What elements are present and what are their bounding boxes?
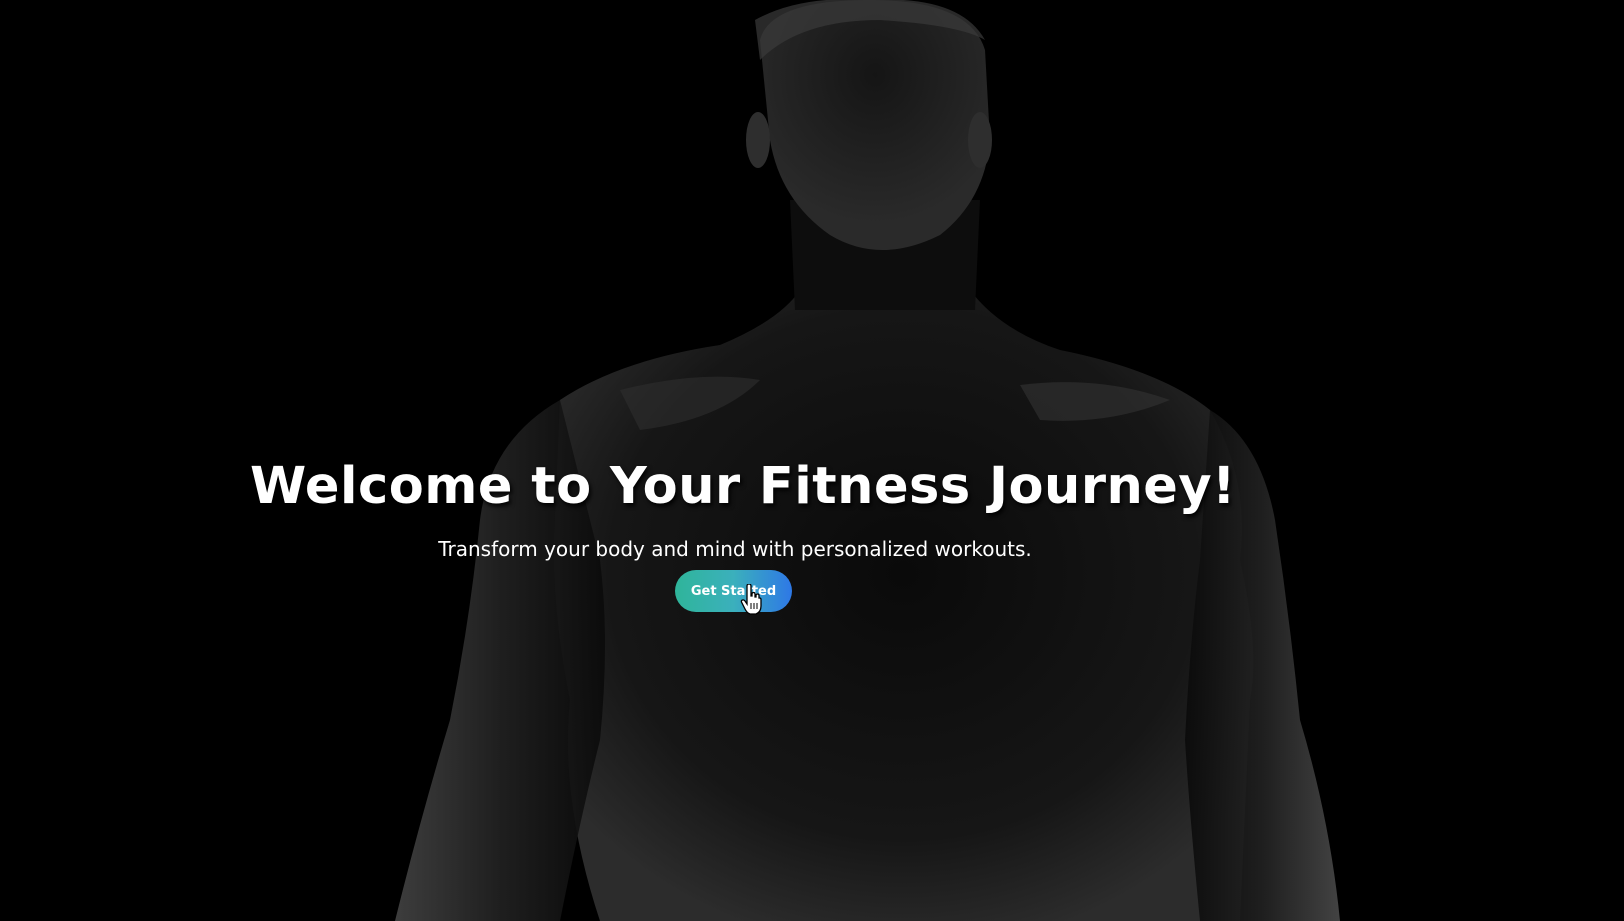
landing-page: Welcome to Your Fitness Journey! Transfo… xyxy=(0,0,1624,921)
hero-title: Welcome to Your Fitness Journey! xyxy=(250,457,1236,516)
hero-subtitle: Transform your body and mind with person… xyxy=(438,537,1032,561)
hero-section: Welcome to Your Fitness Journey! Transfo… xyxy=(0,0,1624,921)
hand-pointer-cursor-icon xyxy=(740,584,762,615)
get-started-button[interactable]: Get Started xyxy=(675,570,792,612)
